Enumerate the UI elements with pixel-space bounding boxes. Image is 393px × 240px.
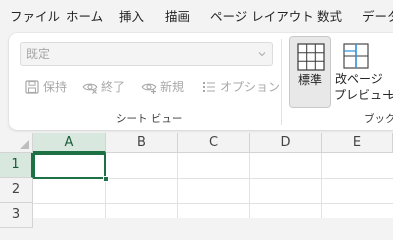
- worksheet-grid: A B C D E 1 2 3: [0, 133, 393, 228]
- ribbon-panel: 既定 保持 終了 新規 オプション シート ビュー 標準 改ページ プレビュー …: [9, 33, 393, 130]
- page-break-label-line1: 改ページ: [335, 72, 383, 86]
- select-all-button[interactable]: [0, 133, 33, 153]
- save-icon: [25, 80, 39, 94]
- column-header-e[interactable]: E: [322, 133, 393, 153]
- options-button[interactable]: オプション: [201, 77, 280, 97]
- tab-data[interactable]: データ: [362, 9, 393, 25]
- active-cell-a1[interactable]: [33, 153, 106, 179]
- grid-column-line: [177, 153, 178, 218]
- page-layout-label: レ: [386, 88, 393, 102]
- column-header-a[interactable]: A: [33, 133, 106, 153]
- page-break-preview-button[interactable]: 改ページ プレビュー: [334, 36, 393, 108]
- options-label: オプション: [220, 80, 281, 94]
- tab-home[interactable]: ホーム: [66, 9, 103, 25]
- page-break-icon: [343, 43, 369, 69]
- options-list-icon: [203, 82, 215, 92]
- page-layout-view-button[interactable]: レ: [384, 36, 393, 108]
- sheet-view-dropdown[interactable]: 既定: [20, 42, 273, 66]
- normal-view-button[interactable]: 標準: [289, 36, 331, 108]
- tab-file[interactable]: ファイル: [10, 9, 60, 25]
- grid-column-line: [249, 153, 250, 218]
- workbook-view-group-label: ブック: [364, 113, 393, 125]
- grid-column-line: [321, 153, 322, 218]
- new-view-label: 新規: [160, 80, 185, 94]
- tab-insert[interactable]: 挿入: [119, 9, 144, 25]
- normal-view-label: 標準: [297, 73, 322, 87]
- sheet-view-group-label: シート ビュー: [116, 113, 183, 125]
- keep-view-button[interactable]: 保持: [24, 77, 72, 97]
- exit-view-button[interactable]: 終了: [82, 77, 130, 97]
- grid-row-line: [33, 203, 393, 204]
- keep-view-label: 保持: [43, 80, 68, 94]
- column-header-d[interactable]: D: [250, 133, 322, 153]
- chevron-down-icon: [258, 52, 266, 57]
- normal-view-icon: [297, 43, 325, 71]
- row-header-2[interactable]: 2: [0, 178, 33, 203]
- tab-formulas[interactable]: 数式: [317, 9, 342, 25]
- eye-close-icon: [82, 83, 98, 94]
- fill-handle[interactable]: [103, 176, 109, 182]
- select-all-triangle-icon: [20, 140, 29, 149]
- ribbon-tab-bar: ファイル ホーム 挿入 描画 ページ レイアウト 数式 データ: [0, 0, 393, 33]
- exit-view-label: 終了: [101, 80, 126, 94]
- column-header-c[interactable]: C: [178, 133, 250, 153]
- column-header-b[interactable]: B: [106, 133, 178, 153]
- eye-new-icon: [141, 83, 157, 94]
- sheet-view-dropdown-value: 既定: [26, 47, 51, 61]
- tab-draw[interactable]: 描画: [165, 9, 190, 25]
- row-header-3[interactable]: 3: [0, 203, 33, 228]
- row-header-1[interactable]: 1: [0, 153, 33, 178]
- group-divider: [281, 39, 282, 125]
- new-view-button[interactable]: 新規: [141, 77, 191, 97]
- tab-page-layout[interactable]: ページ レイアウト: [210, 9, 314, 25]
